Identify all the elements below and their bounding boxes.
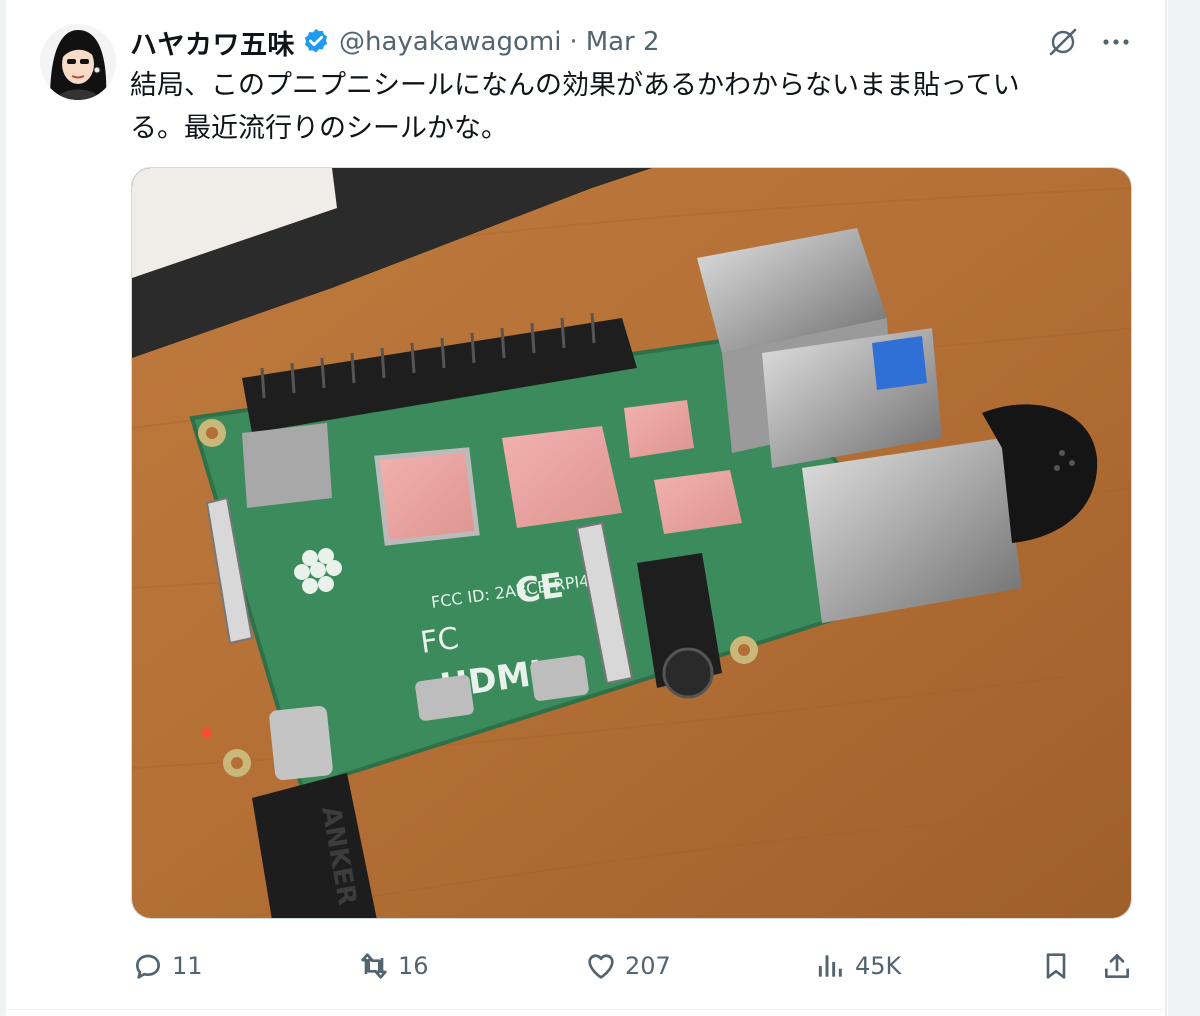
tweet-date[interactable]: Mar 2 [586, 27, 660, 57]
bookmark-icon [1046, 953, 1066, 979]
reply-icon [136, 954, 160, 979]
author-handle[interactable]: @hayakawagomi [339, 27, 561, 57]
retweet-count: 16 [398, 952, 429, 980]
tweet-media[interactable]: FCC ID: 2ABCB-RPI4B FC CE HDMI ANKER [131, 167, 1132, 919]
retweet-button[interactable]: 16 [358, 946, 429, 986]
views-button[interactable]: 45K [815, 946, 901, 986]
header-separator: · [569, 27, 578, 57]
avatar[interactable] [40, 24, 116, 100]
tweet-header: ハヤカワ五味 @hayakawagomi · Mar 2 [130, 22, 660, 62]
retweet-icon [361, 953, 387, 979]
tweet-text-line: る。最近流行りのシールかな。 [130, 113, 508, 144]
column-divider [1165, 0, 1167, 1016]
bottom-divider [6, 1009, 1167, 1010]
tweet-text: 結局、このプニプニシールになんの効果があるかわからないまま貼ってい る。最近流行… [130, 64, 1120, 150]
reply-count: 11 [172, 952, 203, 980]
grok-icon[interactable] [1046, 25, 1080, 59]
svg-text:FC: FC [418, 621, 461, 661]
bookmark-button[interactable] [1040, 946, 1072, 986]
tweet-text-line: 結局、このプニプニシールになんの効果があるかわからないまま貼ってい [130, 70, 1020, 101]
share-icon [1105, 954, 1129, 978]
reply-button[interactable]: 11 [132, 946, 203, 986]
more-icon[interactable] [1098, 28, 1134, 56]
svg-text:CE: CE [513, 566, 566, 612]
share-button[interactable] [1101, 946, 1133, 986]
views-count: 45K [855, 952, 902, 980]
raspberry-pi-board-photo: FCC ID: 2ABCB-RPI4B FC CE HDMI ANKER [132, 168, 1131, 918]
verified-badge-icon [304, 28, 328, 53]
author-name[interactable]: ハヤカワ五味 [130, 23, 295, 62]
views-icon [818, 955, 842, 977]
like-count: 207 [625, 952, 671, 980]
page-gutter-left [0, 0, 6, 1016]
like-button[interactable]: 207 [585, 946, 671, 986]
heart-icon [588, 954, 614, 979]
page-gutter-right [1168, 0, 1200, 1016]
